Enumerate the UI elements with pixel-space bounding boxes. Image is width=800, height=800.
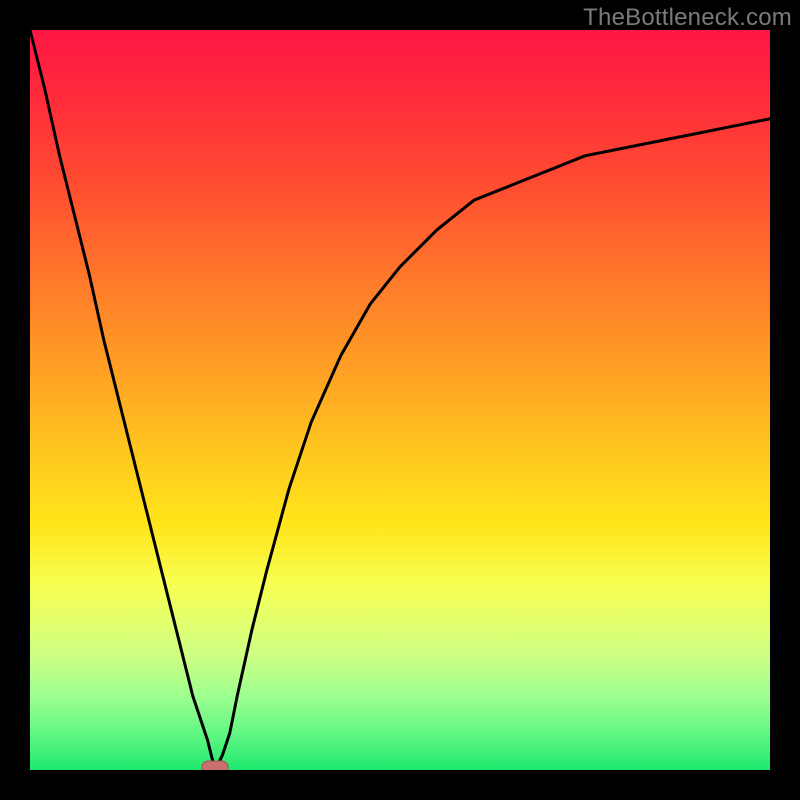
minimum-marker	[202, 761, 228, 770]
watermark-text: TheBottleneck.com	[583, 4, 792, 32]
curve-svg	[30, 30, 770, 770]
plot-area	[30, 30, 770, 770]
chart-frame: TheBottleneck.com	[0, 0, 800, 800]
bottleneck-curve	[30, 30, 770, 770]
